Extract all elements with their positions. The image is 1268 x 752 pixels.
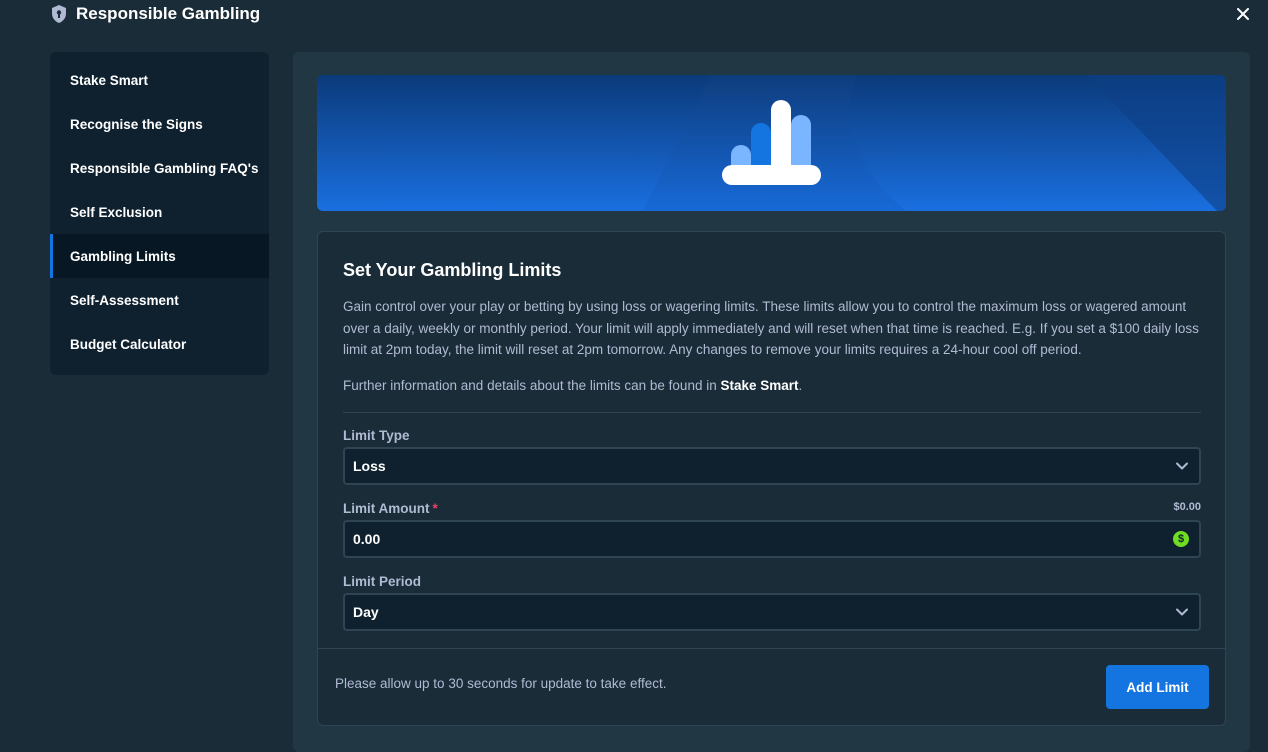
sidebar-item-self-exclusion[interactable]: Self Exclusion [50, 190, 269, 234]
modal-header: Responsible Gambling [0, 0, 1268, 30]
limit-amount-label: Limit Amount * [343, 501, 438, 516]
limit-amount-input[interactable]: 0.00 $ [343, 520, 1201, 558]
chevron-down-icon [1176, 608, 1188, 616]
sidebar-item-stake-smart[interactable]: Stake Smart [50, 58, 269, 102]
limits-card: Set Your Gambling Limits Gain control ov… [317, 231, 1226, 726]
sidebar: Stake Smart Recognise the Signs Responsi… [50, 52, 269, 375]
header-title-wrap: Responsible Gambling [50, 4, 260, 24]
stake-smart-link[interactable]: Stake Smart [720, 378, 798, 393]
further-end: . [798, 378, 803, 393]
limit-period-select[interactable]: Day [343, 593, 1201, 631]
limit-period-value: Day [353, 604, 379, 620]
modal-title: Responsible Gambling [76, 4, 261, 23]
sidebar-item-faq[interactable]: Responsible Gambling FAQ's [50, 146, 269, 190]
divider [343, 412, 1201, 413]
sidebar-item-gambling-limits[interactable]: Gambling Limits [50, 234, 269, 278]
limit-amount-value: 0.00 [353, 531, 381, 547]
sidebar-item-self-assessment[interactable]: Self-Assessment [50, 278, 269, 322]
required-mark: * [432, 501, 438, 516]
main-panel: Set Your Gambling Limits Gain control ov… [293, 52, 1250, 752]
close-button[interactable] [1234, 5, 1252, 23]
limit-amount-label-text: Limit Amount [343, 501, 430, 516]
banner [317, 75, 1226, 211]
limit-type-value: Loss [353, 458, 386, 474]
limit-type-label: Limit Type [343, 428, 410, 443]
card-title: Set Your Gambling Limits [343, 260, 562, 280]
further-info: Further information and details about th… [343, 375, 1203, 396]
card-description: Gain control over your play or betting b… [343, 299, 1199, 357]
chevron-down-icon [1176, 462, 1188, 470]
further-text: Further information and details about th… [343, 378, 721, 393]
footer-note: Please allow up to 30 seconds for update… [335, 676, 667, 691]
sidebar-item-recognise-the-signs[interactable]: Recognise the Signs [50, 102, 269, 146]
close-icon [1237, 8, 1249, 20]
footer-divider [318, 648, 1225, 649]
add-limit-button[interactable]: Add Limit [1106, 665, 1209, 709]
limit-period-label: Limit Period [343, 574, 422, 589]
currency-icon: $ [1173, 531, 1189, 547]
shield-icon [52, 5, 66, 23]
sidebar-item-budget-calculator[interactable]: Budget Calculator [50, 322, 269, 366]
limit-amount-hint: $0.00 [1173, 501, 1201, 513]
banner-graphic [317, 75, 1226, 211]
limit-type-select[interactable]: Loss [343, 447, 1201, 485]
